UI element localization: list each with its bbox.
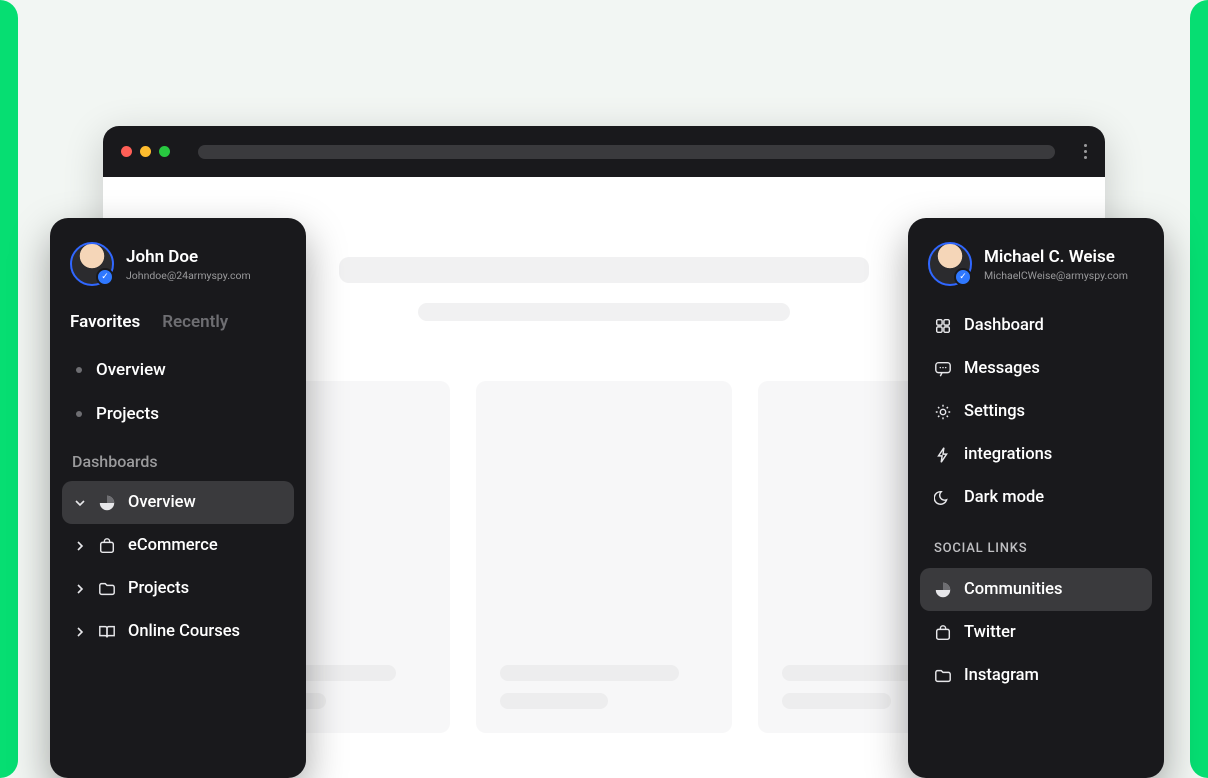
folder-icon: [98, 580, 116, 598]
folder-icon: [934, 667, 952, 685]
nav-ecommerce[interactable]: eCommerce: [62, 524, 294, 567]
minimize-icon[interactable]: [140, 146, 151, 157]
item-label: Projects: [96, 404, 159, 424]
user-name: Michael C. Weise: [984, 247, 1128, 267]
sidebar-right: Michael C. Weise MichaelCWeise@armyspy.c…: [908, 218, 1164, 778]
item-label: Settings: [964, 402, 1025, 421]
more-menu-icon[interactable]: [1083, 144, 1087, 159]
chevron-right-icon: [74, 583, 86, 595]
nav-dashboard[interactable]: Dashboard: [920, 304, 1152, 347]
item-label: Overview: [128, 493, 196, 512]
chevron-down-icon: [74, 497, 86, 509]
nav-instagram[interactable]: Instagram: [920, 654, 1152, 697]
quick-overview[interactable]: Overview: [62, 348, 294, 392]
item-label: Instagram: [964, 666, 1039, 685]
profile-block[interactable]: Michael C. Weise MichaelCWeise@armyspy.c…: [920, 242, 1152, 304]
browser-titlebar: [103, 126, 1105, 177]
chevron-right-icon: [74, 626, 86, 638]
maximize-icon[interactable]: [159, 146, 170, 157]
user-email: Johndoe@24armyspy.com: [126, 269, 251, 282]
item-label: Communities: [964, 580, 1062, 599]
section-social-links: SOCIAL LINKS: [920, 519, 1152, 568]
avatar: [70, 242, 114, 286]
nav-messages[interactable]: Messages: [920, 347, 1152, 390]
window-controls[interactable]: [121, 146, 170, 157]
pie-chart-icon: [98, 494, 116, 512]
avatar: [928, 242, 972, 286]
nav-overview[interactable]: Overview: [62, 481, 294, 524]
section-dashboards: Dashboards: [62, 436, 294, 481]
item-label: Dashboard: [964, 316, 1044, 335]
address-bar[interactable]: [198, 145, 1055, 159]
quick-projects[interactable]: Projects: [62, 392, 294, 436]
nav-communities[interactable]: Communities: [920, 568, 1152, 611]
close-icon[interactable]: [121, 146, 132, 157]
chevron-right-icon: [74, 540, 86, 552]
item-label: eCommerce: [128, 536, 218, 555]
item-label: Projects: [128, 579, 189, 598]
bolt-icon: [934, 446, 952, 464]
pie-chart-icon: [934, 581, 952, 599]
tab-recently[interactable]: Recently: [162, 312, 228, 332]
item-label: Online Courses: [128, 622, 240, 641]
sidebar-left: John Doe Johndoe@24armyspy.com Favorites…: [50, 218, 306, 778]
item-label: Messages: [964, 359, 1040, 378]
item-label: Twitter: [964, 623, 1016, 642]
nav-twitter[interactable]: Twitter: [920, 611, 1152, 654]
item-label: Overview: [96, 360, 166, 380]
gear-icon: [934, 403, 952, 421]
chat-icon: [934, 360, 952, 378]
tab-favorites[interactable]: Favorites: [70, 312, 140, 332]
nav-online-courses[interactable]: Online Courses: [62, 610, 294, 653]
grid-icon: [934, 317, 952, 335]
moon-icon: [934, 489, 952, 507]
profile-block[interactable]: John Doe Johndoe@24armyspy.com: [62, 242, 294, 304]
nav-dark-mode[interactable]: Dark mode: [920, 476, 1152, 519]
bag-icon: [98, 537, 116, 555]
user-name: John Doe: [126, 247, 251, 267]
nav-integrations[interactable]: integrations: [920, 433, 1152, 476]
nav-settings[interactable]: Settings: [920, 390, 1152, 433]
item-label: integrations: [964, 445, 1052, 464]
user-email: MichaelCWeise@armyspy.com: [984, 269, 1128, 282]
bag-icon: [934, 624, 952, 642]
nav-projects[interactable]: Projects: [62, 567, 294, 610]
item-label: Dark mode: [964, 488, 1044, 507]
book-icon: [98, 623, 116, 641]
